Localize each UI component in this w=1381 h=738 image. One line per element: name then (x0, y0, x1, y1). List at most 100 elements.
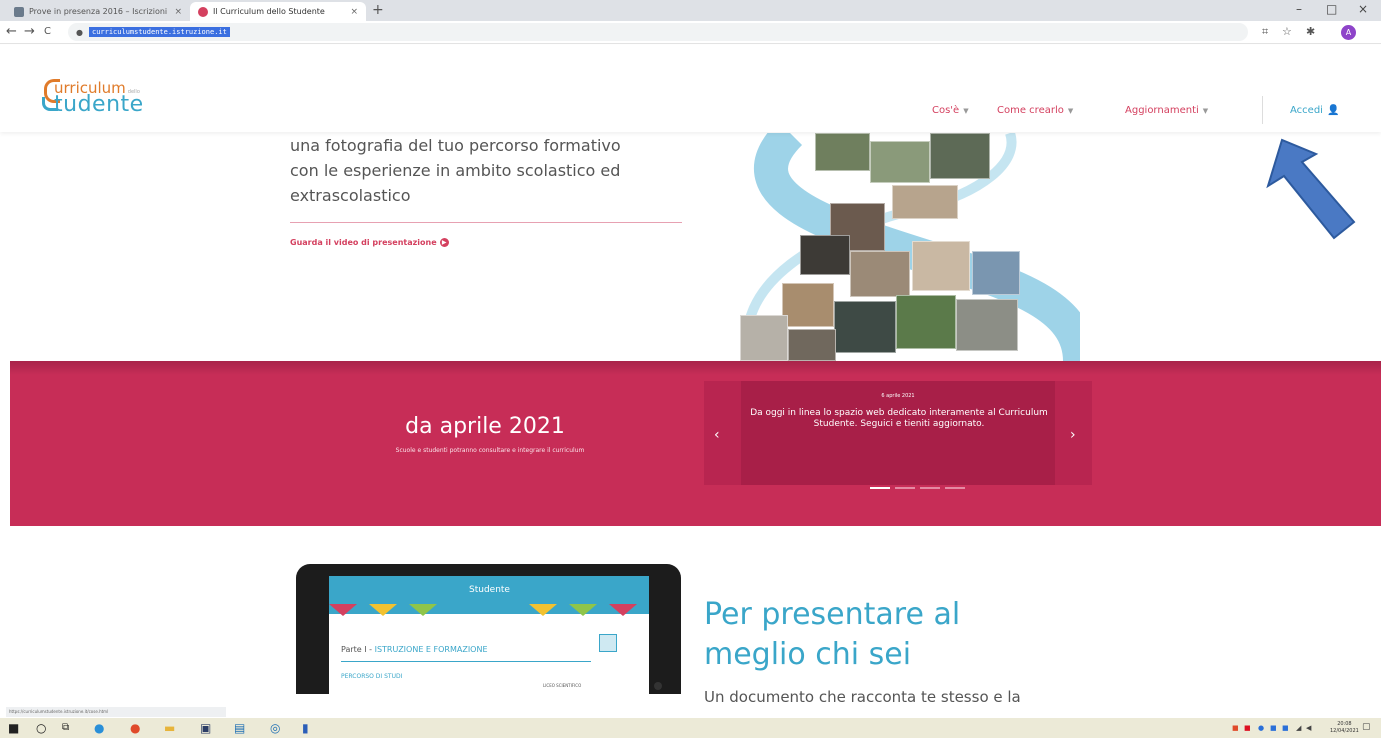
apps-icon[interactable]: ⌗ (1262, 25, 1268, 39)
photo (930, 133, 990, 179)
app-icon[interactable]: ◎ (270, 721, 280, 735)
section-title: Per presentare al meglio chi sei (704, 595, 960, 675)
hero-photo-collage (720, 133, 1080, 361)
carousel-prev-button[interactable]: ‹ (714, 427, 720, 443)
slide-text: Da oggi in linea lo spazio web dedicato … (750, 408, 1048, 429)
close-tab-icon[interactable]: × (174, 7, 182, 17)
slide-date: 6 aprile 2021 (881, 393, 915, 399)
hero-line: una fotografia del tuo percorso formativ… (290, 136, 621, 155)
school-building-icon (599, 634, 617, 652)
system-clock[interactable]: 20:08 12/04/2021 (1330, 721, 1359, 735)
screen-heading-text: ISTRUZIONE E FORMAZIONE (374, 645, 488, 654)
nav-item-cose[interactable]: Cos'è ▼ (932, 105, 969, 116)
chevron-down-icon: ▼ (1202, 107, 1209, 115)
banner-title: da aprile 2021 (405, 414, 565, 439)
screen-heading-part: Parte I - (341, 645, 373, 654)
notifications-icon[interactable]: ▢ (1362, 722, 1371, 732)
decor-triangle (569, 604, 597, 616)
chrome-icon[interactable]: ● (130, 721, 140, 735)
bookmark-star-icon[interactable]: ☆ (1282, 25, 1292, 38)
clock-date: 12/04/2021 (1330, 728, 1359, 734)
site-logo[interactable]: urriculum dello tudente (36, 75, 176, 125)
screen-school: LICEO SCIENTIFICO (543, 683, 582, 688)
carousel-dot[interactable] (895, 487, 915, 489)
maximize-button[interactable]: □ (1326, 2, 1337, 16)
back-button[interactable]: ← (6, 24, 17, 39)
banner-shadow (10, 361, 1381, 375)
store-icon[interactable]: ▣ (200, 721, 211, 735)
address-bar: ← → C ● curriculumstudente.istruzione.it… (0, 21, 1381, 44)
url-field[interactable]: ● curriculumstudente.istruzione.it (68, 23, 1248, 41)
tablet-mockup: Studente Parte I - ISTRUZIONE E FORMAZIO… (296, 564, 681, 694)
reload-button[interactable]: C (44, 26, 51, 37)
nav-item-come-crearlo[interactable]: Come crearlo ▼ (997, 105, 1073, 116)
tab-title: Prove in presenza 2016 – Iscrizioni (29, 7, 168, 16)
tablet-screen: Studente Parte I - ISTRUZIONE E FORMAZIO… (329, 576, 649, 694)
lock-icon: ● (76, 27, 83, 37)
login-label: Accedi (1290, 105, 1323, 116)
forward-button[interactable]: → (24, 24, 35, 39)
close-tab-icon[interactable]: × (350, 7, 358, 17)
tray-icon[interactable]: ● (1258, 724, 1264, 732)
carousel-dot[interactable] (870, 487, 890, 489)
carousel-dot[interactable] (920, 487, 940, 489)
wifi-icon[interactable]: ◢ (1296, 724, 1301, 732)
close-window-button[interactable]: × (1358, 2, 1368, 16)
photo (896, 295, 956, 349)
chevron-down-icon: ▼ (1067, 107, 1074, 115)
site-header: urriculum dello tudente (0, 45, 1381, 132)
browser-tab-1[interactable]: Prove in presenza 2016 – Iscrizioni × (6, 2, 190, 21)
tray-icon[interactable]: ■ (1244, 724, 1251, 732)
decor-triangle (529, 604, 557, 616)
section-title-line: Per presentare al (704, 597, 961, 632)
screen-subheading: PERCORSO DI STUDI (341, 673, 403, 680)
photo (870, 141, 930, 183)
carousel-indicators (870, 487, 965, 489)
task-view-icon[interactable]: ⧉ (62, 721, 69, 735)
video-link-label: Guarda il video di presentazione (290, 238, 437, 247)
browser-tab-bar: Prove in presenza 2016 – Iscrizioni × Il… (0, 0, 1381, 21)
folder-icon[interactable]: ▬ (164, 721, 175, 735)
nav-divider (1262, 96, 1263, 124)
tray-icon[interactable]: ■ (1270, 724, 1277, 732)
photo (800, 235, 850, 275)
new-tab-button[interactable]: + (372, 2, 384, 18)
pointer-arrow-annotation (1266, 138, 1356, 240)
announcement-banner: da aprile 2021 Scuole e studenti potrann… (10, 361, 1381, 526)
url-text: curriculumstudente.istruzione.it (88, 27, 230, 37)
clock-time: 20:08 (1337, 721, 1352, 727)
mail-icon[interactable]: ▤ (234, 721, 245, 735)
photo (834, 301, 896, 353)
volume-icon[interactable]: ◀ (1306, 724, 1311, 732)
video-link[interactable]: Guarda il video di presentazione ▶ (290, 238, 449, 247)
login-link[interactable]: Accedi 👤 (1290, 105, 1339, 116)
carousel-slide[interactable]: 6 aprile 2021 Da oggi in linea lo spazio… (741, 381, 1055, 485)
windows-start-icon[interactable]: ■ (8, 721, 19, 735)
photo (912, 241, 970, 291)
favicon-icon (198, 6, 208, 17)
search-icon[interactable]: ○ (36, 721, 46, 735)
logo-line2: tudente (54, 92, 144, 117)
nav-label: Come crearlo (997, 105, 1064, 116)
decor-triangle (369, 604, 397, 616)
tray-icon[interactable]: ■ (1232, 724, 1239, 732)
browser-tab-2[interactable]: Il Curriculum dello Studente × (190, 2, 366, 21)
photo (782, 283, 834, 327)
hero-description: una fotografia del tuo percorso formativ… (290, 133, 621, 208)
carousel-next-button[interactable]: › (1070, 427, 1076, 443)
banner-subtitle: Scuole e studenti potranno consultare e … (395, 447, 585, 454)
photo (815, 133, 870, 171)
profile-avatar[interactable]: A (1341, 25, 1356, 40)
hero-divider (290, 222, 682, 223)
favicon-icon (14, 6, 24, 17)
status-bar-url: https://curriculumstudente.istruzione.it… (6, 707, 226, 717)
onedrive-icon[interactable]: ■ (1282, 724, 1289, 732)
minimize-button[interactable]: – (1296, 2, 1302, 16)
word-icon[interactable]: ▮ (302, 721, 309, 735)
nav-item-aggiornamenti[interactable]: Aggiornamenti ▼ (1125, 105, 1208, 116)
user-icon: 👤 (1326, 105, 1340, 116)
extensions-icon[interactable]: ✱ (1306, 25, 1315, 38)
edge-icon[interactable]: ● (94, 721, 104, 735)
carousel-dot[interactable] (945, 487, 965, 489)
decor-triangle (329, 604, 357, 616)
